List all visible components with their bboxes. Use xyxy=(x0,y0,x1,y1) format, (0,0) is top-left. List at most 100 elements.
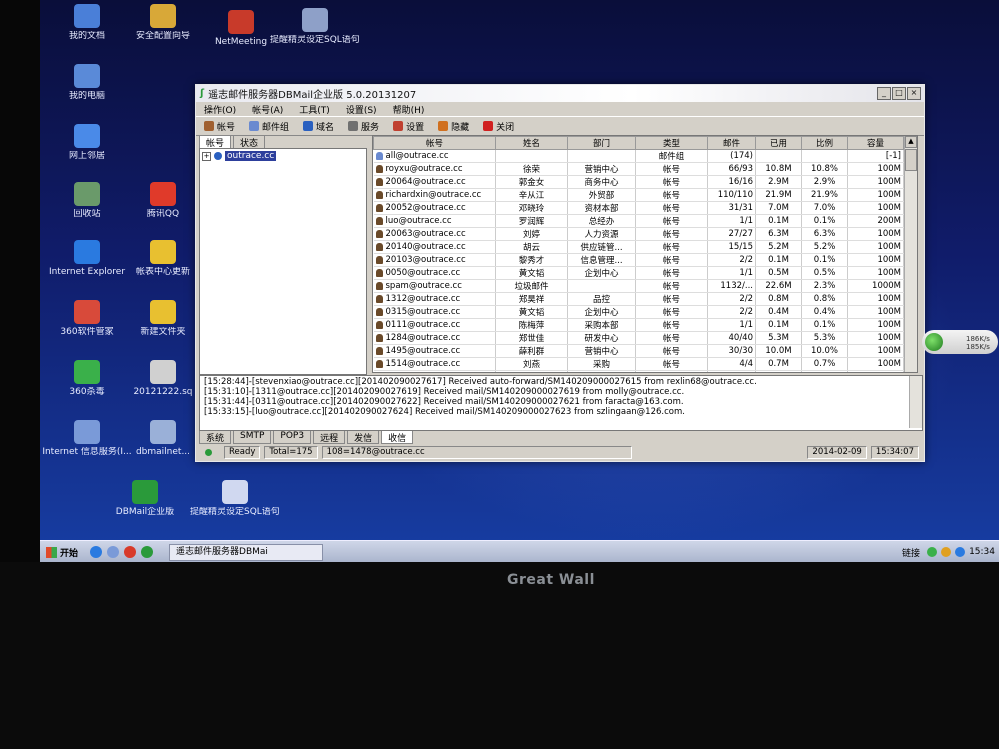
close-window-button[interactable]: × xyxy=(907,87,921,100)
tab-system[interactable]: 系统 xyxy=(199,431,232,444)
menu-settings[interactable]: 设置(S) xyxy=(346,103,377,116)
cell-dept: 外贸部 xyxy=(567,188,636,202)
cell-dept xyxy=(567,370,636,372)
toolbar-button[interactable]: 邮件组 xyxy=(249,120,289,133)
col-name[interactable]: 姓名 xyxy=(495,136,568,150)
tab-status[interactable]: 状态 xyxy=(233,135,266,149)
cell-text: 垃圾邮件 xyxy=(514,282,549,292)
table-row[interactable]: 20140@outrace.cc 胡云 供应链管... 帐号 15/15 5.2M 5.2%… xyxy=(373,240,904,254)
toolbar-button[interactable]: 帐号 xyxy=(204,120,235,133)
cell-type: 帐号 xyxy=(635,292,708,306)
cell-text: 帐号 xyxy=(662,217,680,227)
table-row[interactable]: spam@outrace.cc 垃圾邮件 帐号 1132/... 22.6M 2.3% 10… xyxy=(373,279,904,293)
toolbar-button[interactable]: 服务 xyxy=(348,120,379,133)
cell-text: 0.1% xyxy=(813,255,836,265)
menu-tools[interactable]: 工具(T) xyxy=(299,103,330,116)
title-bar[interactable]: ʃ 遥志邮件服务器DBMail企业版 5.0.20131207 _ □ × xyxy=(196,85,924,102)
col-type[interactable]: 类型 xyxy=(635,136,708,150)
table-row[interactable]: 13110@outrace.cc 周梓中 帐号 4/4 0.9M 0.9% 100M xyxy=(373,370,904,372)
toolbar-button[interactable]: 关闭 xyxy=(483,120,514,133)
cell-cap: 100M xyxy=(847,292,904,306)
toolbar-button[interactable]: 域名 xyxy=(303,120,334,133)
log-scrollbar[interactable] xyxy=(909,376,922,428)
taskbar-item-dbmail[interactable]: 遥志邮件服务器DBMai xyxy=(169,543,324,561)
tab-remote[interactable]: 远程 xyxy=(313,431,346,444)
table-row[interactable]: 20064@outrace.cc 郭金女 商务中心 帐号 16/16 2.9M 2.9% 10… xyxy=(373,175,904,189)
tray-icon[interactable] xyxy=(927,547,938,557)
desktop-icon[interactable]: 我的电脑 xyxy=(42,64,132,101)
desktop-icon[interactable]: 网上邻居 xyxy=(42,124,132,161)
table-row[interactable]: all@outrace.cc 邮件组 (174) [-1] xyxy=(373,149,904,163)
table-row[interactable]: 20052@outrace.cc 邓晓玲 资材本部 帐号 31/31 7.0M 7.0% 10… xyxy=(373,201,904,215)
cell-text: 1/1 xyxy=(739,268,753,278)
cell-text: 15/15 xyxy=(728,242,754,252)
table-row[interactable]: 1514@outrace.cc 刘燕 采购 帐号 4/4 0.7M 0.7% 100M xyxy=(373,357,904,371)
cell-ratio: 0.1% xyxy=(801,318,848,332)
tab-accounts[interactable]: 帐号 xyxy=(199,135,232,149)
menu-help[interactable]: 帮助(H) xyxy=(393,103,425,116)
toolbar-button[interactable]: 设置 xyxy=(393,120,424,133)
start-button[interactable]: 开始 xyxy=(40,543,84,561)
desktop-icon-label: 提醒精灵设定SQL语句1.doc xyxy=(270,35,360,45)
ie-icon[interactable] xyxy=(90,546,103,558)
cell-used: 5.2M xyxy=(755,240,802,254)
scroll-up-icon[interactable]: ▲ xyxy=(905,136,917,148)
col-mail[interactable]: 邮件 xyxy=(707,136,756,150)
table-row[interactable]: 0050@outrace.cc 黄文韬 企划中心 帐号 1/1 0.5M 0.5% 100M xyxy=(373,266,904,280)
col-account[interactable]: 帐号 xyxy=(373,136,496,150)
toolbar-button[interactable]: 隐藏 xyxy=(438,120,469,133)
table-row[interactable]: luo@outrace.cc 罗润辉 总经办 帐号 1/1 0.1M 0.1% 200M xyxy=(373,214,904,228)
table-row[interactable]: 20063@outrace.cc 刘婷 人力资源 帐号 27/27 6.3M 6.3% 100… xyxy=(373,227,904,241)
cell-mail: 30/30 xyxy=(707,344,756,358)
shortcut-icon xyxy=(74,360,100,384)
table-row[interactable]: 1312@outrace.cc 郑昊祥 品控 帐号 2/2 0.8M 0.8% 100M xyxy=(373,292,904,306)
browser-icon[interactable] xyxy=(124,546,137,558)
tray-icon[interactable] xyxy=(955,547,966,557)
tree-node-domain[interactable]: + outrace.cc xyxy=(202,151,364,161)
table-row[interactable]: royxu@outrace.cc 徐荣 营销中心 帐号 66/93 10.8M 10.8% 1… xyxy=(373,162,904,176)
minimize-button[interactable]: _ xyxy=(877,87,891,100)
toolbar-button-label: 域名 xyxy=(316,122,335,133)
menu-account[interactable]: 帐号(A) xyxy=(252,103,283,116)
menu-operate[interactable]: 操作(O) xyxy=(204,103,236,116)
user-icon xyxy=(375,203,383,212)
table-row[interactable]: 20103@outrace.cc 黎秀才 信息管理... 帐号 2/2 0.1M 0.1% 1… xyxy=(373,253,904,267)
table-row[interactable]: 0315@outrace.cc 黄文韬 企划中心 帐号 2/2 0.4M 0.4% 100M xyxy=(373,305,904,319)
log-line: [15:28:44]-[stevenxiao@outrace.cc][20140… xyxy=(204,377,757,387)
cell-text: 帐号 xyxy=(662,230,680,240)
desktop-icon[interactable]: DBMail企业版 xyxy=(100,480,190,517)
cell-dept xyxy=(567,279,636,293)
col-dept[interactable]: 部门 xyxy=(567,136,636,150)
cell-text: 2.3% xyxy=(813,281,836,291)
links-toolbar[interactable]: 链接 xyxy=(899,546,923,559)
dbmail-icon[interactable] xyxy=(141,546,154,558)
tab-receive[interactable]: 收信 xyxy=(381,431,414,444)
tab-send[interactable]: 发信 xyxy=(347,431,380,444)
cell-text: 110/110 xyxy=(717,190,753,200)
expand-icon[interactable]: + xyxy=(202,151,211,161)
col-capacity[interactable]: 容量 xyxy=(847,136,904,150)
desktop-icon[interactable]: 提醒精灵设定SQL语句1.doc xyxy=(270,8,360,45)
table-row[interactable]: 0111@outrace.cc 陈梅萍 采购本部 帐号 1/1 0.1M 0.1% 100M xyxy=(373,318,904,332)
table-row[interactable]: 1495@outrace.cc 薛利群 营销中心 帐号 30/30 10.0M 10.0% 1… xyxy=(373,344,904,358)
cell-text: 100M xyxy=(877,203,901,213)
table-row[interactable]: richardxin@outrace.cc 辛从江 外贸部 帐号 110/110 21.9… xyxy=(373,188,904,202)
tab-smtp[interactable]: SMTP xyxy=(233,431,272,444)
table-row[interactable]: 1284@outrace.cc 郑世佳 研发中心 帐号 40/40 5.3M 5.3% 100… xyxy=(373,331,904,345)
grid-scrollbar[interactable]: ▲ xyxy=(904,136,917,372)
show-desktop-icon[interactable] xyxy=(107,546,120,558)
cell-used: 5.3M xyxy=(755,331,802,345)
scroll-thumb[interactable] xyxy=(905,149,917,171)
download-speed: 185K/s xyxy=(966,343,990,351)
desktop-icon[interactable]: 安全配置向导 xyxy=(118,4,208,41)
cell-text: 20103@outrace.cc xyxy=(385,255,466,265)
col-ratio[interactable]: 比例 xyxy=(801,136,848,150)
col-used[interactable]: 已用 xyxy=(755,136,802,150)
cell-text: 0.1% xyxy=(813,216,836,226)
tab-pop3[interactable]: POP3 xyxy=(273,431,312,444)
maximize-button[interactable]: □ xyxy=(892,87,906,100)
cell-text: royxu@outrace.cc xyxy=(385,164,463,174)
tray-icon[interactable] xyxy=(941,547,952,557)
network-speed-widget[interactable]: 186K/s 185K/s xyxy=(922,330,998,354)
desktop-icon[interactable]: 提醒精灵设定SQL语句1.doc xyxy=(190,480,280,517)
